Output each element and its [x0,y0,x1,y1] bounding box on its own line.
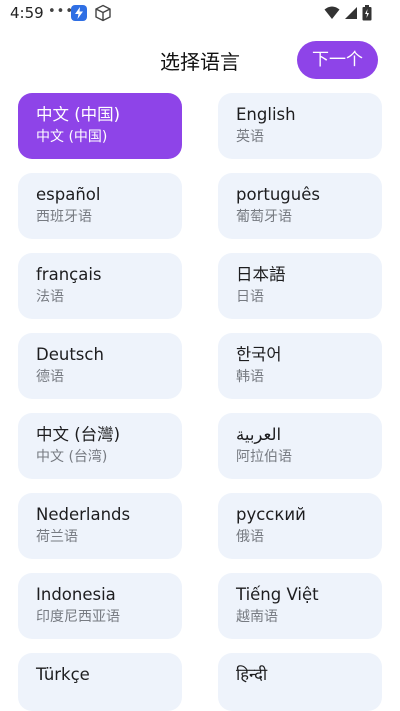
language-name: Deutsch [36,345,104,364]
language-subtitle: 英语 [236,129,264,145]
language-option-id[interactable]: Indonesia 印度尼西亚语 [18,573,182,639]
language-name: العربية [236,425,282,444]
language-subtitle: 越南语 [236,609,278,625]
language-name: 中文 (中国) [36,105,121,124]
language-option-ko[interactable]: 한국어 韩语 [218,333,382,399]
language-option-hi[interactable]: हिन्दी [218,653,382,711]
language-option-zh-tw[interactable]: 中文 (台灣) 中文 (台湾) [18,413,182,479]
language-subtitle: 荷兰语 [36,529,78,545]
language-subtitle: 日语 [236,289,264,305]
language-option-zh-cn[interactable]: 中文 (中国) 中文 (中国) [18,93,182,159]
language-subtitle: 西班牙语 [36,209,92,225]
language-name: हिन्दी [236,665,268,684]
app-notification-icon [71,5,87,21]
language-name: English [236,105,296,124]
language-name: français [36,265,102,284]
language-option-tr[interactable]: Türkçe [18,653,182,711]
language-option-vi[interactable]: Tiếng Việt 越南语 [218,573,382,639]
language-option-pt[interactable]: português 葡萄牙语 [218,173,382,239]
language-subtitle: 印度尼西亚语 [36,609,120,625]
language-option-de[interactable]: Deutsch 德语 [18,333,182,399]
header: 选择语言 下一个 [0,36,400,86]
status-time: 4:59 [10,4,44,22]
language-option-ru[interactable]: русский 俄语 [218,493,382,559]
language-option-ja[interactable]: 日本語 日语 [218,253,382,319]
language-name: русский [236,505,306,524]
battery-icon [362,5,372,21]
language-subtitle: 葡萄牙语 [236,209,292,225]
language-name: Türkçe [36,665,90,684]
next-button[interactable]: 下一个 [297,41,378,79]
language-name: 日本語 [236,265,286,284]
language-name: 한국어 [236,345,282,364]
language-name: Tiếng Việt [236,585,319,604]
language-option-ar[interactable]: العربية 阿拉伯语 [218,413,382,479]
language-name: português [236,185,320,204]
language-name: Indonesia [36,585,116,604]
system-icons [324,5,372,21]
language-subtitle: 法语 [36,289,64,305]
language-name: 中文 (台灣) [36,425,121,444]
language-subtitle: 中文 (台湾) [36,449,108,465]
language-subtitle: 韩语 [236,369,264,385]
language-option-es[interactable]: español 西班牙语 [18,173,182,239]
language-subtitle: 中文 (中国) [36,129,108,145]
cube-icon [94,4,112,26]
status-bar: 4:59 ••• [0,0,400,28]
language-option-en[interactable]: English 英语 [218,93,382,159]
language-subtitle: 阿拉伯语 [236,449,292,465]
language-option-fr[interactable]: français 法语 [18,253,182,319]
language-option-nl[interactable]: Nederlands 荷兰语 [18,493,182,559]
language-name: español [36,185,101,204]
language-name: Nederlands [36,505,131,524]
wifi-icon [324,6,340,19]
language-subtitle: 俄语 [236,529,264,545]
language-subtitle: 德语 [36,369,64,385]
signal-icon [345,7,357,19]
